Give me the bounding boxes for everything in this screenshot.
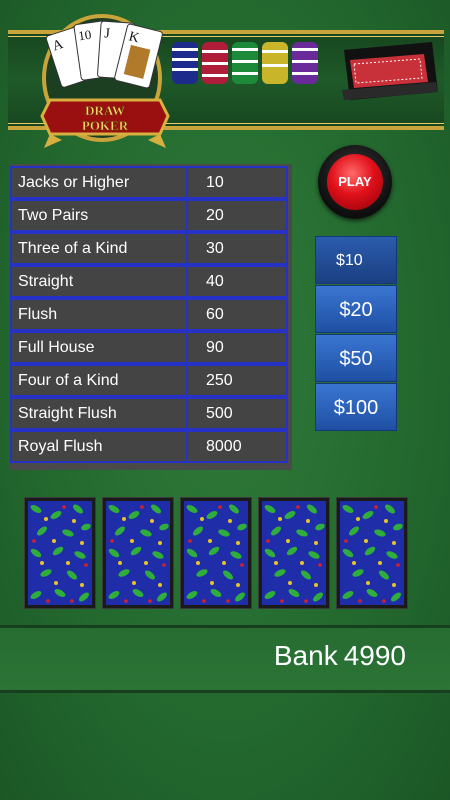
paytable-row: Jacks or Higher 10 (10, 166, 288, 199)
bet-label: $100 (333, 397, 379, 419)
card-3[interactable] (181, 498, 251, 608)
card-back-pattern (184, 501, 248, 605)
svg-text:10: 10 (77, 27, 92, 44)
card-1[interactable] (25, 498, 95, 608)
hand-payout: 8000 (206, 438, 242, 455)
bet-label: $20 (339, 299, 373, 321)
chip-stacks-image (172, 42, 318, 84)
card-back-pattern (106, 501, 170, 605)
card-back-pattern (262, 501, 326, 605)
card-5[interactable] (337, 498, 407, 608)
bet-100-button[interactable]: $100 (315, 383, 397, 431)
card-4[interactable] (259, 498, 329, 608)
bank-label: Bank (273, 640, 338, 671)
hand-payout: 60 (206, 306, 224, 323)
svg-text:POKER: POKER (82, 118, 129, 133)
paytable-row: Straight 40 (10, 265, 288, 298)
card-back-pattern (340, 501, 404, 605)
hand-name: Flush (12, 300, 188, 329)
hand-name: Full House (12, 333, 188, 362)
paytable-row: Three of a Kind 30 (10, 232, 288, 265)
hand-name: Straight Flush (12, 399, 188, 428)
bank-bar: Bank 4990 (0, 625, 450, 693)
hand-payout: 90 (206, 339, 224, 356)
card-shoe-icon (342, 42, 438, 100)
hand-payout: 30 (206, 240, 224, 257)
hand-name: Three of a Kind (12, 234, 188, 263)
pay-table: Jacks or Higher 10 Two Pairs 20 Three of… (10, 164, 292, 470)
hand-payout: 250 (206, 372, 233, 389)
hand-name: Royal Flush (12, 432, 188, 461)
draw-poker-logo: A 10 J K DRAW POKER (40, 14, 170, 148)
hand-name: Four of a Kind (12, 366, 188, 395)
hand-payout: 20 (206, 207, 224, 224)
hand-payout: 500 (206, 405, 233, 422)
card-back-pattern (28, 501, 92, 605)
hand-name: Jacks or Higher (12, 168, 188, 197)
hand-name: Two Pairs (12, 201, 188, 230)
hand-payout: 10 (206, 174, 224, 191)
bet-label: $10 (336, 252, 363, 269)
svg-text:DRAW: DRAW (85, 103, 125, 118)
bet-50-button[interactable]: $50 (315, 334, 397, 382)
paytable-row: Flush 60 (10, 298, 288, 331)
paytable-row: Four of a Kind 250 (10, 364, 288, 397)
paytable-row: Straight Flush 500 (10, 397, 288, 430)
paytable-row: Full House 90 (10, 331, 288, 364)
hand-payout: 40 (206, 273, 224, 290)
paytable-row: Royal Flush 8000 (10, 430, 288, 463)
hand-name: Straight (12, 267, 188, 296)
paytable-row: Two Pairs 20 (10, 199, 288, 232)
bank-display: Bank 4990 (274, 640, 406, 672)
play-button[interactable]: PLAY (318, 145, 392, 219)
bet-20-button[interactable]: $20 (315, 285, 397, 333)
card-2[interactable] (103, 498, 173, 608)
play-button-label: PLAY (327, 154, 383, 210)
bet-label: $50 (339, 348, 373, 370)
bet-10-button[interactable]: $10 (315, 236, 397, 284)
bank-amount: 4990 (343, 640, 406, 671)
